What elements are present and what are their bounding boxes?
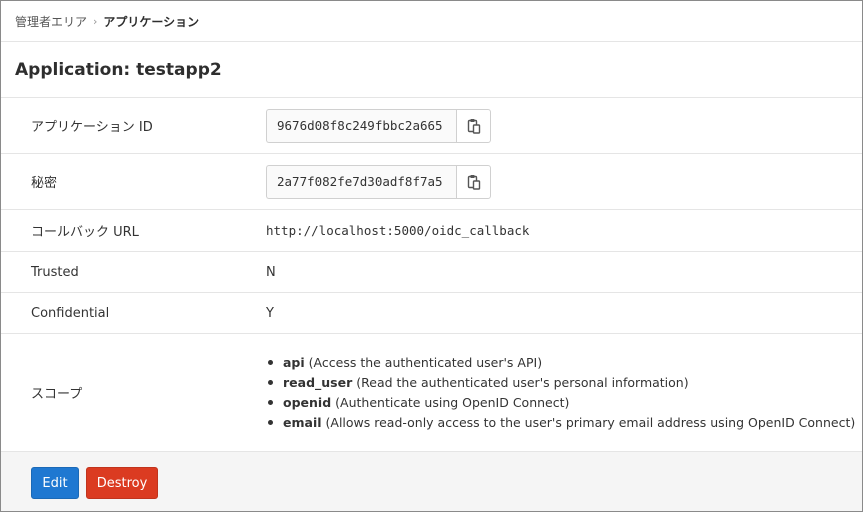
callback-url-value: http://localhost:5000/oidc_callback — [266, 223, 530, 238]
edit-button[interactable]: Edit — [31, 467, 79, 499]
breadcrumb-applications[interactable]: アプリケーション — [103, 13, 199, 30]
breadcrumb: 管理者エリア › アプリケーション — [1, 1, 862, 42]
copy-secret-button[interactable] — [456, 164, 491, 199]
scope-description: (Allows read-only access to the user's p… — [325, 414, 856, 430]
copy-application-id-button[interactable] — [456, 108, 491, 143]
scopes-label: スコープ — [31, 387, 83, 402]
scope-name: email — [283, 414, 322, 430]
bullet-icon — [268, 420, 273, 425]
title-area: Application: testapp2 — [1, 42, 862, 98]
secret-label: 秘密 — [31, 176, 58, 191]
row-callback-url: コールバック URL http://localhost:5000/oidc_ca… — [1, 210, 862, 252]
clipboard-icon — [467, 174, 480, 190]
row-secret: 秘密 2a77f082fe7d30adf8f7a5 — [1, 154, 862, 210]
confidential-label: Confidential — [31, 305, 110, 321]
scope-description: (Access the authenticated user's API) — [308, 354, 543, 370]
scope-name: api — [283, 354, 305, 370]
scope-description: (Read the authenticated user's personal … — [356, 374, 689, 390]
application-id-field[interactable]: 9676d08f8c249fbbc2a665 — [266, 108, 456, 143]
trusted-value: N — [266, 264, 276, 280]
app-window: 管理者エリア › アプリケーション Application: testapp2 … — [0, 0, 863, 512]
form-actions: Edit Destroy — [1, 451, 862, 511]
scope-list: api (Access the authenticated user's API… — [266, 353, 855, 433]
application-id-label: アプリケーション ID — [31, 120, 153, 135]
scope-item-email: email (Allows read-only access to the us… — [266, 413, 855, 433]
clipboard-icon — [467, 118, 480, 134]
application-id-group: 9676d08f8c249fbbc2a665 — [266, 108, 491, 143]
scope-item-read-user: read_user (Read the authenticated user's… — [266, 373, 855, 393]
scope-name: read_user — [283, 374, 353, 390]
bullet-icon — [268, 380, 273, 385]
callback-url-label: コールバック URL — [31, 225, 139, 240]
scope-item-api: api (Access the authenticated user's API… — [266, 353, 855, 373]
page-title: Application: testapp2 — [15, 59, 222, 80]
destroy-button[interactable]: Destroy — [86, 467, 158, 499]
row-scopes: スコープ api (Access the authenticated user'… — [1, 334, 862, 451]
secret-field[interactable]: 2a77f082fe7d30adf8f7a5 — [266, 164, 456, 199]
confidential-value: Y — [266, 305, 274, 321]
bullet-icon — [268, 400, 273, 405]
row-application-id: アプリケーション ID 9676d08f8c249fbbc2a665 — [1, 98, 862, 154]
trusted-label: Trusted — [31, 264, 79, 280]
scope-item-openid: openid (Authenticate using OpenID Connec… — [266, 393, 855, 413]
bullet-icon — [268, 360, 273, 365]
row-trusted: Trusted N — [1, 252, 862, 293]
scope-description: (Authenticate using OpenID Connect) — [335, 394, 570, 410]
row-confidential: Confidential Y — [1, 293, 862, 334]
secret-group: 2a77f082fe7d30adf8f7a5 — [266, 164, 491, 199]
scope-name: openid — [283, 394, 332, 410]
chevron-right-icon: › — [93, 14, 98, 28]
breadcrumb-admin-area[interactable]: 管理者エリア — [15, 13, 87, 30]
